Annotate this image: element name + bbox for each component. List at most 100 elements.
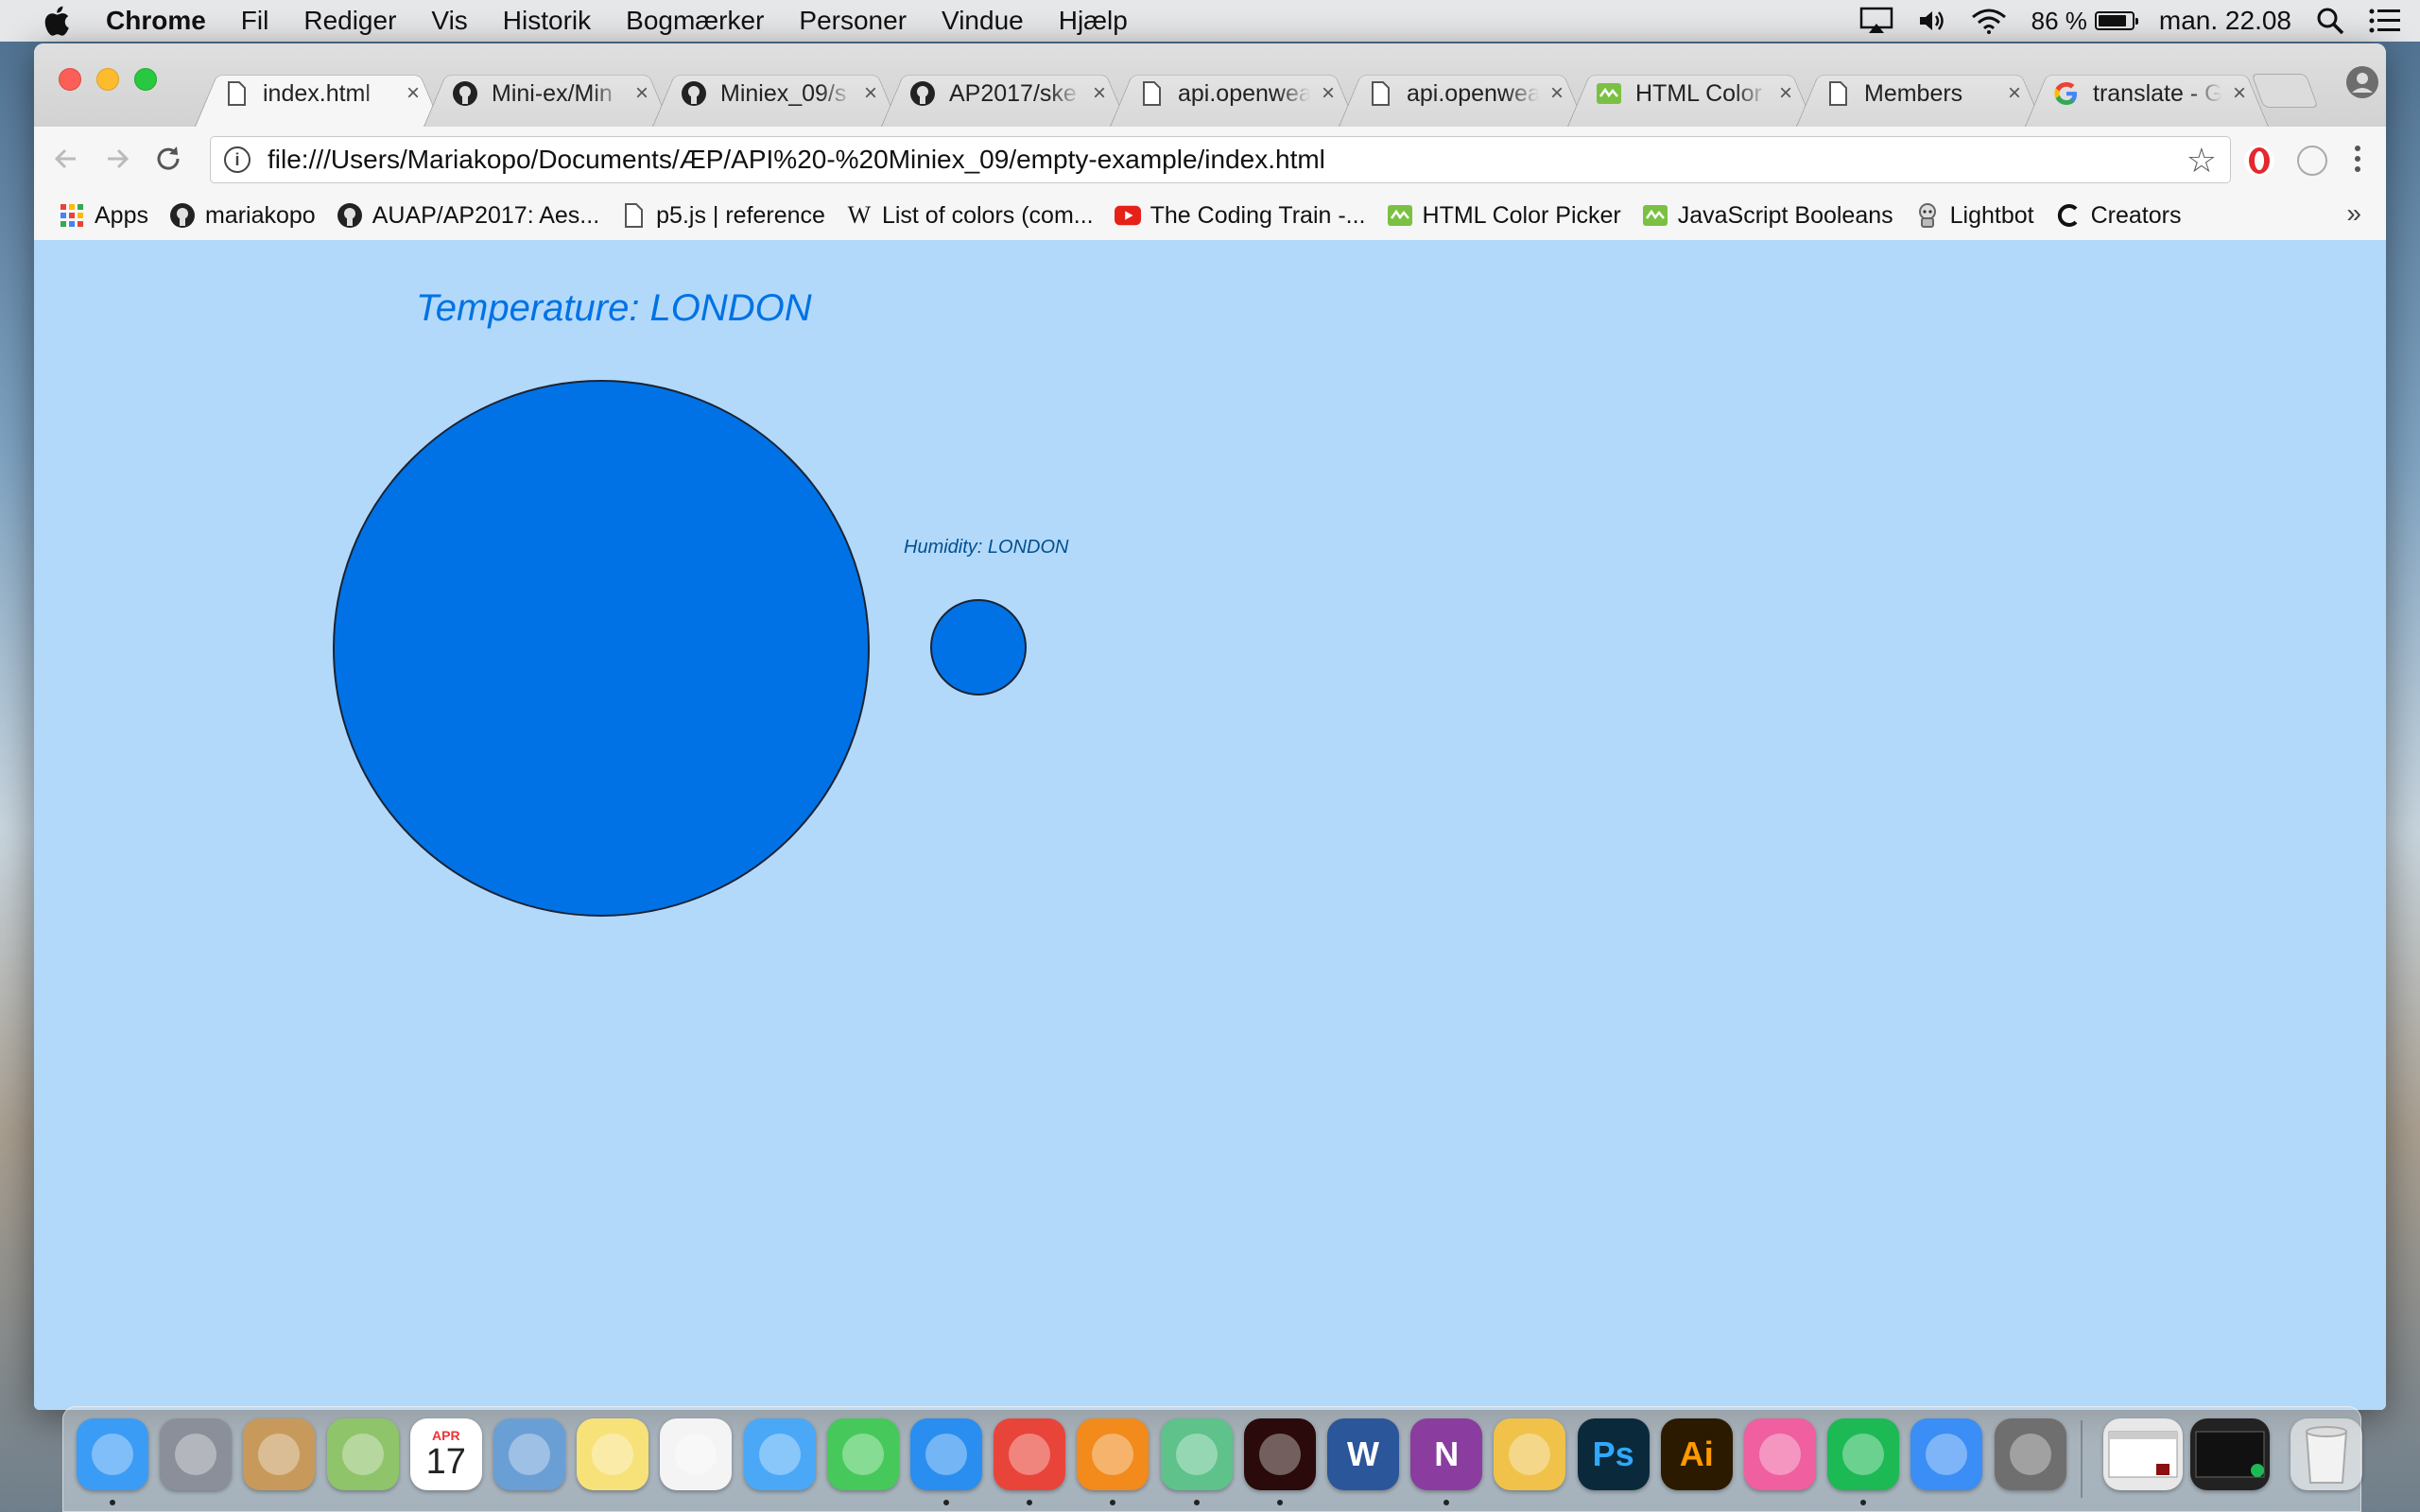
- tab-translate[interactable]: translate - G ×: [2025, 60, 2269, 127]
- close-tab-icon[interactable]: ×: [1775, 82, 1796, 105]
- bookmark-lightbot[interactable]: Lightbot: [1914, 202, 2034, 230]
- running-indicator: [110, 1500, 115, 1505]
- system-preferences-icon[interactable]: [1994, 1418, 2066, 1490]
- bookmark-javascript-booleans[interactable]: JavaScript Booleans: [1642, 202, 1893, 230]
- trash-icon[interactable]: [2290, 1418, 2362, 1490]
- opera-vpn-extension-icon[interactable]: [2244, 146, 2274, 176]
- back-button[interactable]: [47, 140, 85, 178]
- bookmark-creators[interactable]: Creators: [2055, 202, 2181, 230]
- chrome-menu-button[interactable]: [2339, 140, 2377, 178]
- new-tab-button[interactable]: [2251, 74, 2319, 108]
- battery-icon[interactable]: [2094, 11, 2138, 30]
- volume-icon[interactable]: [1918, 8, 1946, 34]
- running-indicator: [1276, 1500, 1283, 1505]
- menu-edit[interactable]: Rediger: [303, 6, 396, 36]
- bookmark-apps[interactable]: Apps: [59, 202, 148, 230]
- url-text[interactable]: file:///Users/Mariakopo/Documents/ÆP/API…: [268, 145, 1325, 175]
- apps-grid-icon: [59, 202, 85, 229]
- menu-window[interactable]: Vindue: [942, 6, 1024, 36]
- info-icon[interactable]: i: [224, 146, 251, 173]
- clock[interactable]: man. 22.08: [2159, 6, 2291, 36]
- menu-history[interactable]: Historik: [503, 6, 591, 36]
- bookmark-auap[interactable]: AUAP/AP2017: Aes...: [337, 202, 599, 230]
- photos-icon[interactable]: [1494, 1418, 1566, 1490]
- zoom-window-button[interactable]: [134, 68, 157, 91]
- tab-members[interactable]: Members ×: [1796, 60, 2044, 127]
- tab-index-html[interactable]: index.html ×: [195, 60, 442, 127]
- running-indicator: [943, 1500, 949, 1505]
- minimized-terminal-thumbnail[interactable]: [2190, 1418, 2270, 1490]
- close-tab-icon[interactable]: ×: [631, 82, 652, 105]
- tab-miniex-09[interactable]: Miniex_09/s ×: [652, 60, 900, 127]
- airplay-icon[interactable]: [1859, 7, 1893, 35]
- spotify-icon[interactable]: [1827, 1418, 1900, 1490]
- bookmark-p5js-reference[interactable]: p5.js | reference: [620, 202, 825, 230]
- extension-icon[interactable]: [2297, 146, 2327, 176]
- facetime-icon[interactable]: [826, 1418, 899, 1490]
- photoshop-icon[interactable]: Ps: [1577, 1418, 1650, 1490]
- menu-file[interactable]: Fil: [241, 6, 269, 36]
- menu-app-name[interactable]: Chrome: [106, 6, 206, 36]
- acrobat-icon[interactable]: [1243, 1418, 1316, 1490]
- menu-view[interactable]: Vis: [431, 6, 467, 36]
- notification-center-icon[interactable]: [2369, 9, 2401, 33]
- bookmark-list-of-colors[interactable]: W List of colors (com...: [846, 201, 1094, 230]
- forward-button[interactable]: [98, 140, 136, 178]
- safari-icon[interactable]: [910, 1418, 982, 1490]
- atom-icon[interactable]: [1160, 1418, 1233, 1490]
- tab-ap2017[interactable]: AP2017/ske ×: [881, 60, 1129, 127]
- calendar-icon[interactable]: APR 17: [409, 1418, 482, 1490]
- bookmark-coding-train[interactable]: The Coding Train -...: [1114, 202, 1366, 230]
- tab-mini-ex[interactable]: Mini-ex/Min ×: [424, 60, 671, 127]
- reminders-icon[interactable]: [660, 1418, 733, 1490]
- chrome-icon[interactable]: [994, 1418, 1066, 1490]
- bookmark-star-icon[interactable]: ☆: [2187, 141, 2217, 180]
- mail-icon[interactable]: [493, 1418, 565, 1490]
- apple-menu-icon[interactable]: [38, 4, 74, 38]
- onenote-icon[interactable]: N: [1410, 1418, 1483, 1490]
- maps-icon[interactable]: [326, 1418, 399, 1490]
- bookmark-label: Lightbot: [1949, 201, 2034, 229]
- appstore-icon[interactable]: [1910, 1418, 1983, 1490]
- firefox-icon[interactable]: [1077, 1418, 1150, 1490]
- bookmarks-overflow-chevron-icon[interactable]: »: [2346, 198, 2361, 229]
- menu-people[interactable]: Personer: [799, 6, 907, 36]
- appstore-glyph: [1926, 1434, 1968, 1475]
- launchpad-icon[interactable]: [160, 1418, 233, 1490]
- menu-bar: Chrome Fil Rediger Vis Historik Bogmærke…: [0, 0, 2420, 42]
- wifi-icon[interactable]: [1971, 8, 2007, 34]
- reload-button[interactable]: [149, 140, 187, 178]
- close-tab-icon[interactable]: ×: [860, 82, 881, 105]
- mail-glyph: [509, 1434, 550, 1475]
- address-bar[interactable]: i file:///Users/Mariakopo/Documents/ÆP/A…: [210, 136, 2231, 183]
- notes-icon[interactable]: [577, 1418, 649, 1490]
- close-tab-icon[interactable]: ×: [1089, 82, 1110, 105]
- minimized-window-thumbnail[interactable]: [2103, 1418, 2183, 1490]
- contacts-glyph: [258, 1434, 301, 1475]
- tab-api-openweather-2[interactable]: api.openwea ×: [1339, 60, 1586, 127]
- browser-window: index.html × Mini-ex/Min × Miniex_09/s ×…: [34, 43, 2386, 1410]
- illustrator-icon[interactable]: Ai: [1660, 1418, 1733, 1490]
- github-icon: [681, 80, 707, 107]
- spotlight-search-icon[interactable]: [2316, 7, 2344, 35]
- close-tab-icon[interactable]: ×: [1318, 82, 1339, 105]
- tab-html-color[interactable]: HTML Color ×: [1567, 60, 1815, 127]
- finder-icon[interactable]: [77, 1418, 148, 1490]
- profile-avatar-icon[interactable]: [2346, 66, 2378, 98]
- close-tab-icon[interactable]: ×: [1547, 82, 1567, 105]
- menu-help[interactable]: Hjælp: [1059, 6, 1128, 36]
- tab-title: HTML Color: [1635, 79, 1762, 107]
- close-window-button[interactable]: [59, 68, 81, 91]
- menu-bookmarks[interactable]: Bogmærker: [626, 6, 764, 36]
- tab-api-openweather-1[interactable]: api.openwea ×: [1110, 60, 1357, 127]
- close-tab-icon[interactable]: ×: [2004, 82, 2025, 105]
- itunes-icon[interactable]: [1744, 1418, 1816, 1490]
- bookmark-mariakopo[interactable]: mariakopo: [169, 202, 316, 230]
- word-icon[interactable]: W: [1327, 1418, 1399, 1490]
- bookmark-html-color-picker[interactable]: HTML Color Picker: [1387, 202, 1621, 230]
- close-tab-icon[interactable]: ×: [2229, 82, 2250, 105]
- minimize-window-button[interactable]: [96, 68, 119, 91]
- messages-icon[interactable]: [743, 1418, 816, 1490]
- contacts-icon[interactable]: [243, 1418, 316, 1490]
- close-tab-icon[interactable]: ×: [403, 82, 424, 105]
